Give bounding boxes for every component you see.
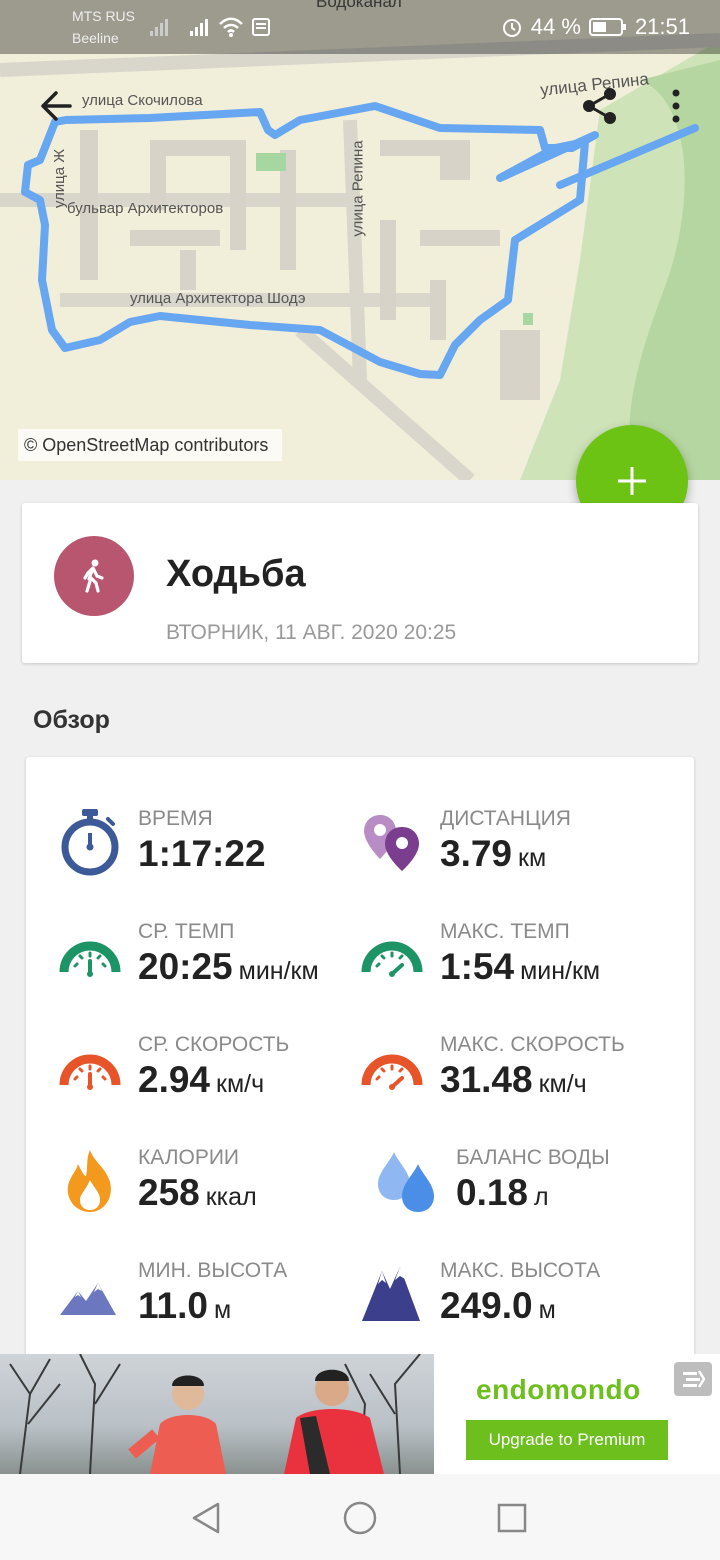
signal-icon [150,19,168,36]
stat-label: МАКС. ВЫСОТА [440,1259,601,1282]
stat-unit: км [518,844,547,872]
stat-label: СР. СКОРОСТЬ [138,1033,290,1056]
system-nav-bar [0,1474,720,1560]
route-map[interactable]: Водоканал улица Репина улица Скочилова б… [0,0,720,480]
map-label: улица Репина [349,140,367,237]
water-drops-icon [372,1146,442,1216]
mountain-icon [360,1259,424,1329]
battery-icon [588,18,626,36]
plus-icon [618,467,646,495]
ad-brand-logo: endomondo [476,1374,641,1405]
share-icon [583,88,616,124]
upgrade-premium-button[interactable]: Upgrade to Premium [466,1420,668,1460]
signal-icon [190,19,208,36]
sport-name: Ходьба [166,553,306,595]
stat-max-pace: МАКС. ТЕМП 1:54 мин/км [360,920,680,1020]
stat-label: МАКС. СКОРОСТЬ [440,1033,625,1056]
arrow-back-icon [41,91,72,121]
map-label: бульвар Архитекторов [67,200,224,217]
stat-label: МАКС. ТЕМП [440,920,570,943]
share-button[interactable] [576,82,624,130]
stat-min-altitude: МИН. ВЫСОТА 11.0 м [58,1259,378,1359]
clock: 21:51 [634,14,690,39]
stat-value: 0.18 [456,1172,529,1213]
map-attribution[interactable]: © OpenStreetMap contributors [18,429,283,461]
stat-label: КАЛОРИИ [138,1146,240,1169]
nav-home-button[interactable] [340,1498,380,1538]
speed-gauge-icon [58,1033,122,1103]
map-tiles [0,33,720,480]
back-button[interactable] [32,82,80,130]
stat-unit: мин/км [238,957,319,985]
nav-home-icon [343,1501,377,1535]
stat-distance: ДИСТАНЦИЯ 3.79 км [360,807,680,907]
map-label: улица Скочилова [82,92,203,109]
carrier-name: Beeline [72,30,119,46]
nav-back-button[interactable] [186,1498,226,1538]
stat-water-balance: БАЛАНС ВОДЫ 0.18 л [360,1146,680,1246]
more-vert-icon [672,89,680,123]
stat-avg-pace: СР. ТЕМП 20:25 мин/км [58,920,378,1020]
nav-recents-icon [497,1503,527,1533]
sport-avatar [54,536,134,616]
stat-duration: ВРЕМЯ 1:17:22 [58,807,378,907]
more-options-button[interactable] [652,82,700,130]
stat-unit: км/ч [216,1070,265,1098]
overview-stats-card: ВРЕМЯ 1:17:22 ДИСТАНЦИЯ 3.79 км СР. ТЕМП … [26,757,694,1367]
map-pins-icon [360,807,424,877]
walking-person-icon [83,559,104,593]
sms-icon [252,18,270,36]
stat-unit: м [538,1296,556,1324]
workout-header-card: Ходьба ВТОРНИК, 11 АВГ. 2020 20:25 [22,503,698,663]
stat-label: СР. ТЕМП [138,920,235,943]
stat-label: ДИСТАНЦИЯ [440,807,571,830]
stat-label: ВРЕМЯ [138,807,213,830]
speed-gauge-icon [360,1033,424,1103]
nav-recents-button[interactable] [492,1498,532,1538]
stat-max-speed: МАКС. СКОРОСТЬ 31.48 км/ч [360,1033,680,1133]
section-title: Обзор [33,706,110,734]
mountain-icon [58,1259,122,1329]
stat-value: 258 [138,1172,200,1213]
map-label: улица Архитектора Шодэ [130,290,306,307]
pace-gauge-icon [360,920,424,990]
stopwatch-icon [58,807,122,877]
ad-photo [0,1354,434,1474]
stat-label: МИН. ВЫСОТА [138,1259,288,1282]
stat-avg-speed: СР. СКОРОСТЬ 2.94 км/ч [58,1033,378,1133]
stat-value: 1:17:22 [138,833,266,874]
nav-back-icon [192,1502,220,1534]
stat-value: 31.48 [440,1059,533,1100]
map-label: улица Ж [51,148,69,209]
workout-date: ВТОРНИК, 11 АВГ. 2020 20:25 [166,621,457,644]
stat-unit: м [213,1296,232,1324]
stat-unit: мин/км [520,957,601,985]
stat-value: 1:54 [440,946,515,987]
stat-max-altitude: МАКС. ВЫСОТА 249.0 м [360,1259,680,1359]
pace-gauge-icon [58,920,122,990]
ad-banner[interactable]: endomondo Upgrade to Premium [0,1354,720,1474]
stat-value: 11.0 [138,1285,208,1326]
battery-percent: 44 % [530,14,581,39]
stat-value: 2.94 [138,1059,211,1100]
flame-icon [58,1146,122,1216]
stat-unit: км/ч [538,1070,587,1098]
stat-calories: КАЛОРИИ 258 ккал [58,1146,378,1246]
stat-value: 249.0 [440,1285,533,1326]
stat-value: 3.79 [440,833,513,874]
carrier-name: MTS RUS [72,8,135,24]
stat-unit: ккал [205,1183,257,1211]
stat-label: БАЛАНС ВОДЫ [456,1146,610,1169]
stat-unit: л [534,1183,549,1211]
status-bar: MTS RUS Beeline 44 % 21:51 [0,0,720,54]
wifi-icon [219,17,243,37]
alarm-icon [502,19,521,37]
premium-badge-icon[interactable] [674,1362,712,1396]
stat-value: 20:25 [138,946,233,987]
